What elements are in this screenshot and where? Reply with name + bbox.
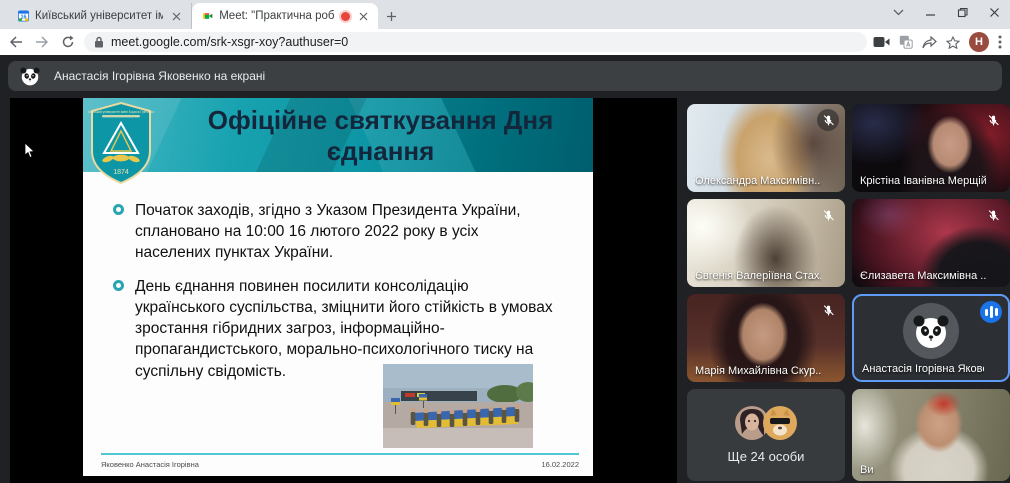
new-tab-button[interactable] <box>378 3 404 29</box>
recording-indicator-icon <box>341 12 350 21</box>
participant-grid: Олександра Максимівн... Крістіна Іванівн… <box>677 104 1010 483</box>
forward-button[interactable] <box>32 32 52 52</box>
camera-indicator-icon[interactable] <box>873 36 890 48</box>
tab-meet[interactable]: Meet: "Практична робота N <box>192 3 378 29</box>
presenting-banner: Анастасія Ігорівна Яковенко на екрані <box>8 61 1002 91</box>
presentation-slide: Офіційне святкування Дня єднання Київськ… <box>83 98 593 476</box>
lock-icon <box>94 36 104 48</box>
tab-university[interactable]: 16 Київський університет імені Бор <box>8 3 192 29</box>
browser-window: 16 Київський університет імені Бор Meet:… <box>0 0 1010 483</box>
participant-name: Анастасія Ігорівна Якове... <box>862 363 984 375</box>
plus-icon <box>386 11 397 22</box>
slide-title: Офіційне святкування Дня єднання <box>178 105 583 166</box>
tab-search-chevron-icon[interactable] <box>882 0 914 24</box>
more-participants-label: Ще 24 особи <box>728 449 805 464</box>
restore-button[interactable] <box>946 0 978 24</box>
mic-muted-icon <box>817 204 839 226</box>
screen-share-area: Офіційне святкування Дня єднання Київськ… <box>10 98 677 483</box>
tab-close-icon[interactable] <box>356 9 370 23</box>
cat-avatar-icon <box>763 406 797 440</box>
logo-year: 1874 <box>113 169 129 176</box>
participant-name: Марія Михайлівна Скур... <box>695 365 821 377</box>
url-input[interactable]: meet.google.com/srk-xsgr-xoy?authuser=0 <box>84 32 867 52</box>
calendar-favicon-icon: 16 <box>18 9 29 23</box>
meet-favicon-icon <box>202 9 213 23</box>
bullet-item: Початок заходів, згідно з Указом Президе… <box>113 200 555 263</box>
participant-name: Єлизавета Максимівна ... <box>860 270 986 282</box>
participant-tile[interactable]: Єлизавета Максимівна ... <box>852 199 1010 287</box>
overflow-avatars <box>735 406 797 440</box>
self-view-tile[interactable]: Ви <box>852 389 1010 481</box>
mouse-cursor-icon <box>24 142 36 159</box>
more-participants-tile[interactable]: Ще 24 особи <box>687 389 845 481</box>
browser-action-icons: H <box>873 32 1004 52</box>
bullet-ring-icon <box>113 280 124 291</box>
participant-tile[interactable]: Олександра Максимівн... <box>687 104 845 192</box>
speaking-indicator-icon <box>980 301 1002 323</box>
tab-close-icon[interactable] <box>169 9 183 23</box>
participant-tile[interactable]: Крістіна Іванівна Мерщій <box>852 104 1010 192</box>
participant-name: Крістіна Іванівна Мерщій <box>860 175 986 187</box>
participant-name: Євгенія Валеріївна Стах... <box>695 270 821 282</box>
participant-name: Ви <box>860 464 986 476</box>
mic-muted-icon <box>982 204 1004 226</box>
presenting-banner-text: Анастасія Ігорівна Яковенко на екрані <box>54 69 265 83</box>
back-button[interactable] <box>6 32 26 52</box>
url-text: meet.google.com/srk-xsgr-xoy?authuser=0 <box>111 35 348 49</box>
meet-content: Офіційне святкування Дня єднання Київськ… <box>0 98 1010 483</box>
slide-photo-flag-march <box>383 364 533 448</box>
slide-author: Яковенко Анастасія Ігорівна <box>101 460 199 469</box>
reload-button[interactable] <box>58 32 78 52</box>
participant-tile[interactable]: Євгенія Валеріївна Стах... <box>687 199 845 287</box>
browser-menu-icon[interactable] <box>998 35 1002 49</box>
slide-footer: Яковенко Анастасія Ігорівна 16.02.2022 <box>101 453 579 469</box>
bookmark-star-icon[interactable] <box>946 36 960 49</box>
participant-tile[interactable]: Марія Михайлівна Скур... <box>687 294 845 382</box>
tab-title: Київський університет імені Бор <box>35 10 163 22</box>
minimize-button[interactable] <box>914 0 946 24</box>
close-window-button[interactable] <box>978 0 1010 24</box>
mic-muted-icon <box>982 109 1004 131</box>
logo-university-name: Київський університет імені Бориса Грінч… <box>88 110 154 114</box>
address-bar: meet.google.com/srk-xsgr-xoy?authuser=0 … <box>0 29 1010 55</box>
bullet-text: Початок заходів, згідно з Указом Президе… <box>135 200 555 263</box>
slide-date: 16.02.2022 <box>541 460 579 469</box>
share-icon[interactable] <box>922 36 937 49</box>
bullet-ring-icon <box>113 204 124 215</box>
translate-icon[interactable] <box>899 35 913 49</box>
tab-title: Meet: "Практична робота N <box>219 10 335 22</box>
mic-muted-icon <box>817 299 839 321</box>
profile-avatar[interactable]: H <box>969 32 989 52</box>
panda-avatar-icon <box>19 65 41 87</box>
tab-strip: 16 Київський університет імені Бор Meet:… <box>0 0 1010 29</box>
favicon-day-number: 16 <box>20 15 26 21</box>
meet-page: Анастасія Ігорівна Яковенко на екрані Оф… <box>0 55 1010 483</box>
panda-avatar-icon <box>911 311 951 351</box>
university-logo: Київський університет імені Бориса Грінч… <box>88 101 154 185</box>
mic-muted-icon <box>817 109 839 131</box>
window-controls <box>882 0 1010 29</box>
avatar-circle <box>903 303 959 359</box>
participant-tile-active-speaker[interactable]: Анастасія Ігорівна Якове... <box>852 294 1010 382</box>
participant-name: Олександра Максимівн... <box>695 175 821 187</box>
